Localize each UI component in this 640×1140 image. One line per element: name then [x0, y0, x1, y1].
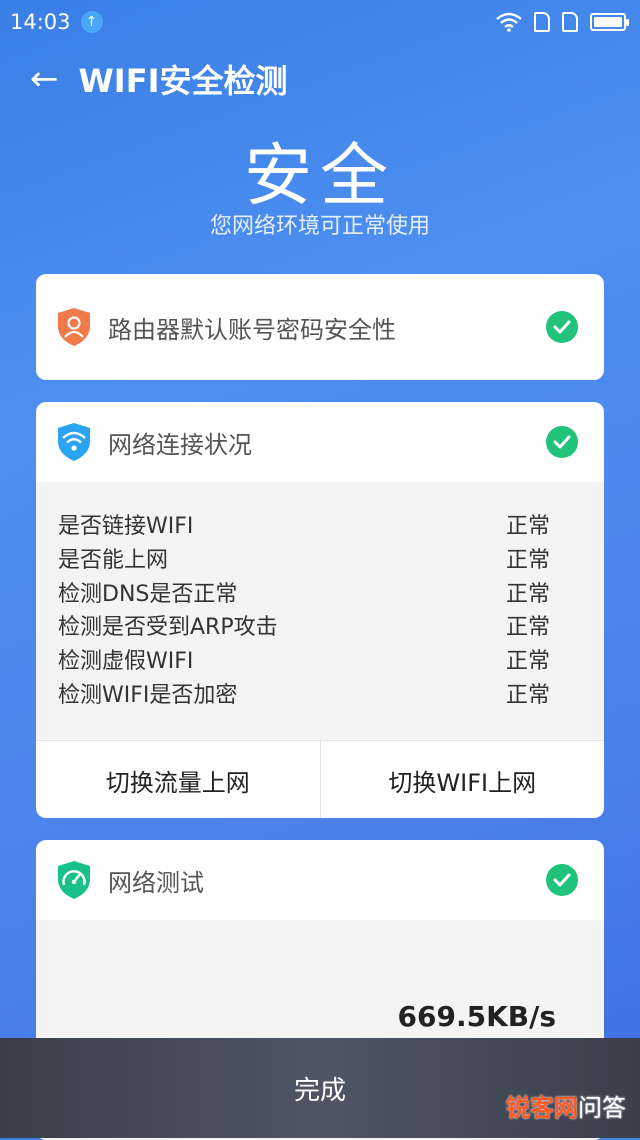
back-arrow-icon[interactable]: ←: [30, 62, 59, 96]
check-row: 检测虚假WIFI 正常: [58, 645, 582, 679]
check-row: 检测是否受到ARP攻击 正常: [58, 611, 582, 645]
status-time: 14:03: [10, 10, 71, 34]
security-status: 安全: [243, 137, 396, 216]
watermark-suffix: 问答: [578, 1094, 626, 1122]
sim-card-icon: [562, 12, 578, 32]
battery-icon: [590, 13, 629, 31]
watermark-brand: 锐客网: [506, 1094, 578, 1122]
check-row: 检测WIFI是否加密 正常: [58, 679, 582, 713]
switch-mobile-data-button[interactable]: 切换流量上网: [36, 741, 320, 818]
speedometer-shield-icon: [58, 861, 90, 899]
check-result: 正常: [505, 649, 550, 675]
connection-checklist: 是否链接WIFI 正常 是否能上网 正常 检测DNS是否正常 正常 检测是否受到…: [36, 482, 604, 740]
check-row: 是否链接WIFI 正常: [58, 510, 582, 544]
check-icon: [546, 864, 578, 896]
check-icon: [546, 311, 578, 343]
done-button[interactable]: 完成: [294, 1070, 346, 1107]
connection-status-card: 网络连接状况 是否链接WIFI 正常 是否能上网 正常 检测DNS是否正常 正常…: [36, 402, 604, 818]
wifi-shield-icon: [58, 423, 90, 461]
watermark: 锐客网问答: [506, 1088, 626, 1123]
switch-wifi-button[interactable]: 切换WIFI上网: [319, 741, 605, 818]
check-label: 检测DNS是否正常: [58, 581, 238, 607]
check-result: 正常: [505, 547, 550, 573]
check-label: 是否能上网: [58, 547, 169, 573]
check-result: 正常: [505, 581, 550, 607]
security-subtitle: 您网络环境可正常使用: [209, 214, 430, 239]
check-row: 检测DNS是否正常 正常: [58, 578, 582, 612]
router-security-card: 路由器默认账号密码安全性: [36, 274, 604, 380]
page-header: ← WIFI安全检测: [30, 56, 287, 102]
network-switch-actions: 切换流量上网 切换WIFI上网: [36, 740, 604, 818]
speed-value: 669.5KB/s: [397, 1000, 557, 1033]
check-label: 是否链接WIFI: [58, 514, 194, 539]
router-shield-icon: [58, 308, 90, 346]
status-bar: 14:03 ↑: [0, 0, 640, 44]
page-title: WIFI安全检测: [78, 62, 288, 100]
card-title: 路由器默认账号密码安全性: [108, 315, 396, 344]
check-label: 检测WIFI是否加密: [58, 682, 238, 708]
check-row: 是否能上网 正常: [58, 544, 582, 578]
check-result: 正常: [505, 615, 550, 641]
check-icon: [546, 426, 578, 458]
card-title: 网络连接状况: [108, 430, 252, 459]
wifi-signal-icon: [496, 12, 522, 32]
check-label: 检测是否受到ARP攻击: [58, 615, 278, 641]
check-result: 正常: [505, 682, 550, 708]
upload-icon: ↑: [80, 11, 103, 33]
check-result: 正常: [505, 514, 550, 539]
card-title: 网络测试: [108, 868, 204, 897]
sim-card-icon: [534, 12, 550, 32]
check-label: 检测虚假WIFI: [58, 649, 194, 675]
